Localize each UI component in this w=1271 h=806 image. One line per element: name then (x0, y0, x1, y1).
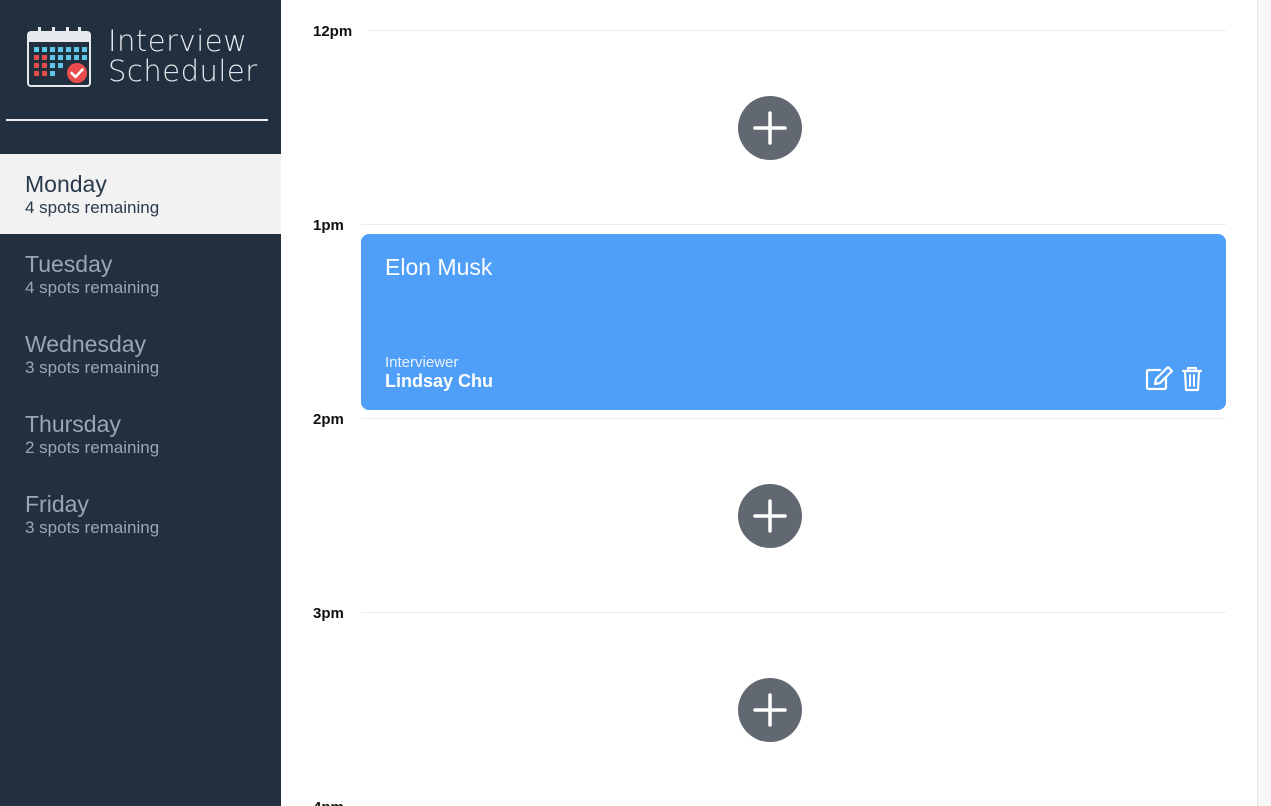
slot-separator (361, 612, 1226, 613)
interview-scheduler-app: Interview Scheduler Monday 4 spots remai… (0, 0, 1271, 806)
calendar-logo-icon (27, 27, 91, 87)
appointment-slot-2pm: 2pm (281, 388, 1258, 582)
day-item-thursday[interactable]: Thursday 2 spots remaining (0, 394, 281, 474)
slot-time: 3pm (313, 605, 344, 622)
sidebar: Interview Scheduler Monday 4 spots remai… (0, 0, 281, 806)
day-item-tuesday[interactable]: Tuesday 4 spots remaining (0, 234, 281, 314)
day-list: Monday 4 spots remaining Tuesday 4 spots… (0, 154, 281, 554)
appointment-slot-4pm: 4pm (281, 776, 1258, 806)
day-item-wednesday[interactable]: Wednesday 3 spots remaining (0, 314, 281, 394)
app-title: Interview Scheduler (108, 26, 258, 86)
slot-time: 2pm (313, 411, 344, 428)
day-item-friday[interactable]: Friday 3 spots remaining (0, 474, 281, 554)
slot-separator (361, 224, 1226, 225)
appointment-slot-12pm: 12pm (281, 0, 1258, 194)
add-appointment-button[interactable] (738, 678, 802, 742)
slot-time: 12pm (313, 23, 353, 40)
app-title-line2: Scheduler (108, 54, 258, 88)
interviewer-label: Interviewer (385, 354, 459, 371)
slot-separator (368, 30, 1226, 31)
day-name: Tuesday (25, 251, 113, 277)
day-name: Monday (25, 171, 107, 197)
sidebar-divider (6, 119, 268, 121)
slot-time: 4pm (313, 799, 344, 806)
booked-appointment-card: Elon Musk Interviewer Lindsay Chu (361, 234, 1226, 410)
day-name: Wednesday (25, 331, 147, 357)
slot-separator (361, 418, 1226, 419)
spots-remaining: 4 spots remaining (25, 198, 160, 217)
add-appointment-button[interactable] (738, 96, 802, 160)
plus-icon (753, 499, 787, 533)
spots-remaining: 2 spots remaining (25, 438, 160, 457)
add-appointment-button[interactable] (738, 484, 802, 548)
scrollbar-track[interactable] (1258, 0, 1271, 806)
app-title-line1: Interview (108, 24, 248, 58)
spots-remaining: 3 spots remaining (25, 358, 160, 377)
plus-icon (753, 693, 787, 727)
appointment-slot-3pm: 3pm (281, 582, 1258, 776)
spots-remaining: 4 spots remaining (25, 278, 160, 297)
schedule-panel: 12pm 1pm Elon Musk Interviewer Lindsay C… (281, 0, 1258, 806)
day-name: Thursday (25, 411, 121, 437)
student-name: Elon Musk (385, 254, 493, 280)
day-item-monday[interactable]: Monday 4 spots remaining (0, 154, 281, 234)
day-name: Friday (25, 491, 89, 517)
plus-icon (753, 111, 787, 145)
slot-time: 1pm (313, 217, 344, 234)
spots-remaining: 3 spots remaining (25, 518, 160, 537)
appointment-slot-1pm: 1pm Elon Musk Interviewer Lindsay Chu (281, 194, 1258, 410)
